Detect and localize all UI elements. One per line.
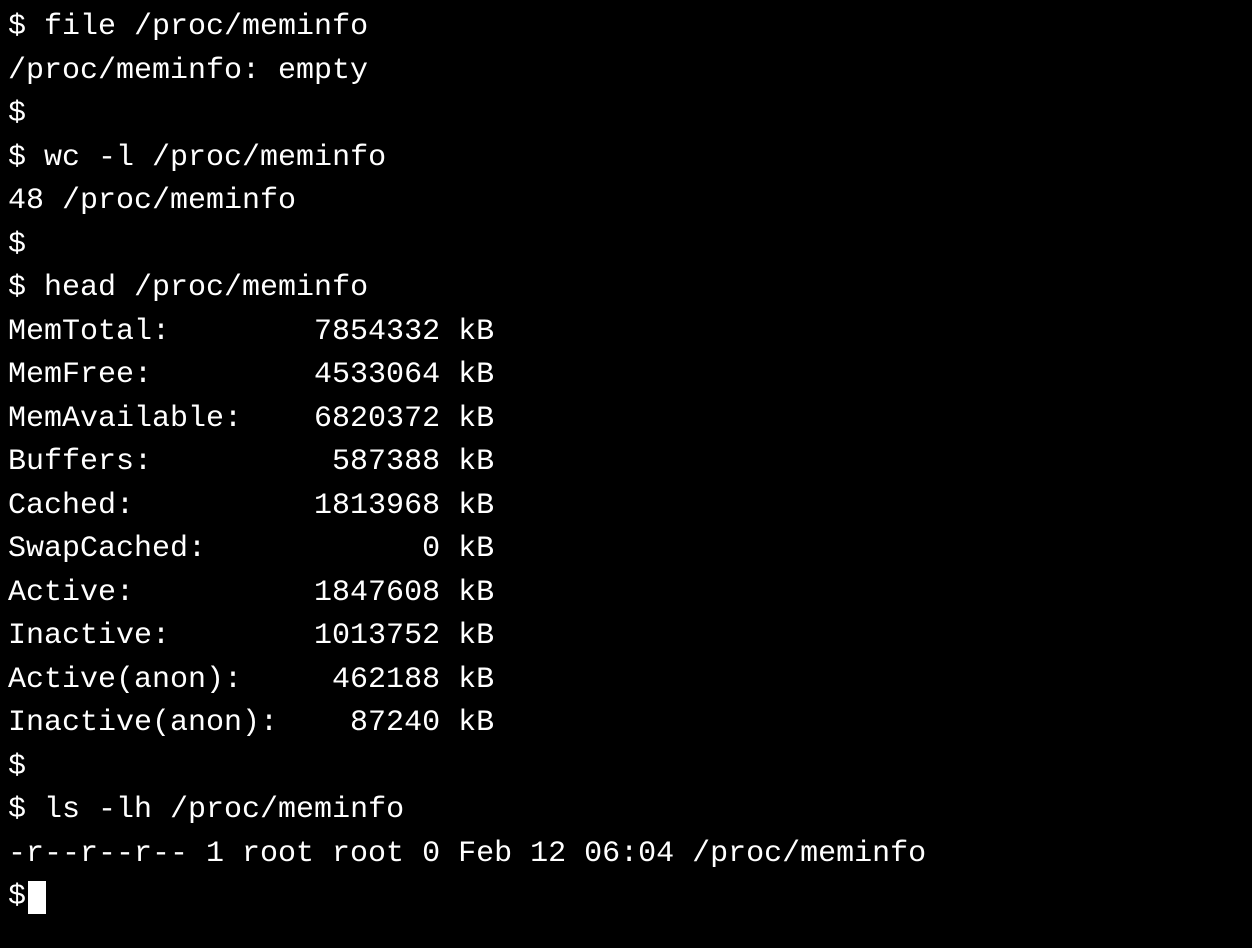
output-line: SwapCached: 0 kB bbox=[8, 528, 1244, 572]
command-line: $ wc -l /proc/meminfo bbox=[8, 137, 1244, 181]
prompt: $ bbox=[8, 10, 44, 44]
output-line: Inactive(anon): 87240 kB bbox=[8, 702, 1244, 746]
prompt: $ bbox=[8, 141, 44, 175]
empty-prompt: $ bbox=[8, 93, 1244, 137]
prompt: $ bbox=[8, 750, 26, 784]
command-text: wc -l /proc/meminfo bbox=[44, 141, 386, 175]
prompt: $ bbox=[8, 793, 44, 827]
prompt: $ bbox=[8, 228, 26, 262]
output-line: Active: 1847608 kB bbox=[8, 572, 1244, 616]
command-text: file /proc/meminfo bbox=[44, 10, 368, 44]
empty-prompt: $ bbox=[8, 746, 1244, 790]
prompt: $ bbox=[8, 880, 26, 914]
output-line: Inactive: 1013752 kB bbox=[8, 615, 1244, 659]
empty-prompt: $ bbox=[8, 224, 1244, 268]
prompt: $ bbox=[8, 97, 26, 131]
output-line: /proc/meminfo: empty bbox=[8, 50, 1244, 94]
output-line: Active(anon): 462188 kB bbox=[8, 659, 1244, 703]
output-line: MemFree: 4533064 kB bbox=[8, 354, 1244, 398]
cursor-icon bbox=[28, 881, 46, 914]
command-line: $ ls -lh /proc/meminfo bbox=[8, 789, 1244, 833]
command-line: $ file /proc/meminfo bbox=[8, 6, 1244, 50]
active-prompt[interactable]: $ bbox=[8, 876, 1244, 920]
terminal[interactable]: $ file /proc/meminfo/proc/meminfo: empty… bbox=[0, 0, 1252, 926]
output-line: Cached: 1813968 kB bbox=[8, 485, 1244, 529]
command-text: ls -lh /proc/meminfo bbox=[44, 793, 404, 827]
output-line: -r--r--r-- 1 root root 0 Feb 12 06:04 /p… bbox=[8, 833, 1244, 877]
command-text: head /proc/meminfo bbox=[44, 271, 368, 305]
output-line: MemAvailable: 6820372 kB bbox=[8, 398, 1244, 442]
command-line: $ head /proc/meminfo bbox=[8, 267, 1244, 311]
output-line: Buffers: 587388 kB bbox=[8, 441, 1244, 485]
prompt: $ bbox=[8, 271, 44, 305]
output-line: 48 /proc/meminfo bbox=[8, 180, 1244, 224]
output-line: MemTotal: 7854332 kB bbox=[8, 311, 1244, 355]
